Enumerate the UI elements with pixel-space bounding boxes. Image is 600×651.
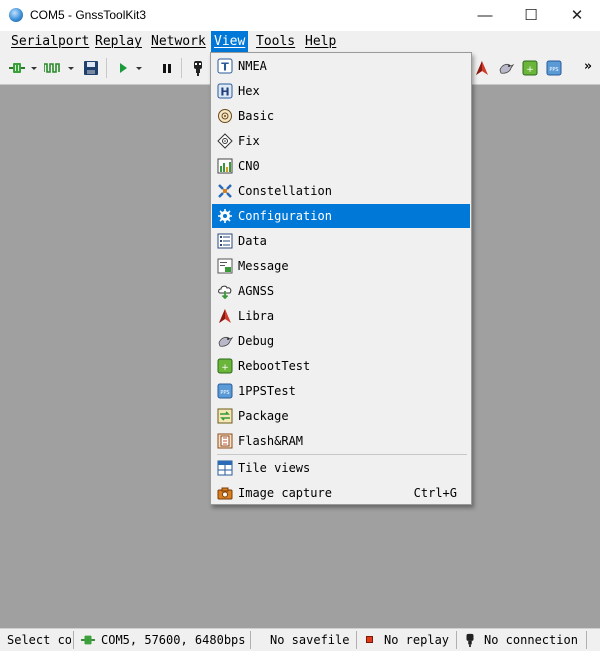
reboot-test-icon: + bbox=[217, 358, 233, 374]
play-dropdown-icon[interactable] bbox=[134, 60, 144, 76]
menu-view[interactable]: View bbox=[211, 31, 249, 52]
view-menu-item-1ppstest[interactable]: PPS 1PPSTest bbox=[212, 379, 470, 403]
menu-help[interactable]: Help bbox=[302, 31, 339, 52]
signal-dropdown-icon[interactable] bbox=[66, 60, 76, 76]
svg-text:PPS: PPS bbox=[220, 390, 229, 396]
view-menu-item-message[interactable]: Message bbox=[212, 254, 470, 278]
menu-tools[interactable]: Tools bbox=[253, 31, 298, 52]
status-divider bbox=[586, 631, 587, 649]
svg-text:PPS: PPS bbox=[549, 67, 558, 73]
fix-target-icon bbox=[217, 133, 233, 149]
toolbar-overflow-button[interactable]: » bbox=[584, 59, 592, 74]
view-menu-item-nmea[interactable]: T NMEA bbox=[212, 54, 470, 78]
svg-text:H: H bbox=[220, 86, 229, 99]
menu-serialport[interactable]: Serialport bbox=[8, 31, 92, 52]
status-select-text: Select co bbox=[7, 633, 71, 647]
pps-icon[interactable]: PPS bbox=[546, 60, 562, 76]
pps-icon: PPS bbox=[217, 383, 233, 399]
status-connection: No connection bbox=[484, 633, 578, 647]
tile-views-icon bbox=[217, 460, 233, 476]
view-menu-item-libra[interactable]: Libra bbox=[212, 304, 470, 328]
data-table-icon bbox=[217, 233, 233, 249]
network-plug-icon[interactable] bbox=[190, 60, 206, 76]
view-menu-item-basic[interactable]: Basic bbox=[212, 104, 470, 128]
view-menu-item-reboottest[interactable]: + RebootTest bbox=[212, 354, 470, 378]
package-icon bbox=[217, 408, 233, 424]
connect-plug-icon[interactable] bbox=[9, 60, 25, 76]
menu-bar: Serialport Replay Network View Tools Hel… bbox=[0, 31, 600, 52]
play-icon[interactable] bbox=[115, 60, 131, 76]
satellite-icon bbox=[218, 184, 232, 198]
view-menu-item-constellation[interactable]: Constellation bbox=[212, 179, 470, 203]
cn0-bar-chart-icon bbox=[217, 158, 233, 174]
status-divider bbox=[250, 631, 251, 649]
network-plug-icon bbox=[466, 633, 474, 647]
app-globe-icon bbox=[9, 8, 23, 22]
status-divider bbox=[456, 631, 457, 649]
maximize-button[interactable]: ☐ bbox=[508, 0, 554, 31]
svg-text:+: + bbox=[221, 363, 229, 373]
toolbar-divider bbox=[181, 58, 182, 78]
toolbar-divider bbox=[106, 58, 107, 78]
minimize-button[interactable]: — bbox=[462, 0, 508, 31]
view-menu-item-package[interactable]: Package bbox=[212, 404, 470, 428]
view-menu-item-flash-ram[interactable]: Flash&RAM bbox=[212, 429, 470, 453]
pause-icon[interactable] bbox=[159, 60, 175, 76]
view-menu-item-configuration[interactable]: Configuration bbox=[212, 204, 470, 228]
view-menu-item-tile-views[interactable]: Tile views bbox=[212, 456, 470, 480]
status-replay: No replay bbox=[384, 633, 450, 647]
view-menu-item-agnss[interactable]: AGNSS bbox=[212, 279, 470, 303]
image-capture-shortcut: Ctrl+G bbox=[413, 486, 457, 500]
signal-wave-icon[interactable] bbox=[44, 60, 60, 76]
svg-text:+: + bbox=[526, 65, 534, 75]
window-title: COM5 - GnssToolKit3 bbox=[30, 8, 147, 22]
reboot-test-icon[interactable]: + bbox=[522, 60, 538, 76]
status-port: COM5, 57600, 6480bps bbox=[101, 633, 246, 647]
basic-gauge-icon bbox=[218, 109, 232, 123]
status-bar: Select co COM5, 57600, 6480bps No savefi… bbox=[0, 628, 600, 651]
connect-plug-icon bbox=[81, 635, 95, 645]
libra-arrow-icon bbox=[219, 309, 231, 323]
view-menu-item-hex[interactable]: H Hex bbox=[212, 79, 470, 103]
nmea-text-icon: T bbox=[217, 58, 233, 74]
configuration-gear-icon bbox=[218, 209, 232, 223]
libra-arrow-icon[interactable] bbox=[474, 60, 490, 76]
flash-ram-icon bbox=[217, 433, 233, 449]
view-menu-item-cn0[interactable]: CN0 bbox=[212, 154, 470, 178]
image-capture-icon bbox=[217, 487, 233, 500]
hex-icon: H bbox=[217, 83, 233, 99]
menu-replay[interactable]: Replay bbox=[92, 31, 145, 52]
view-menu-dropdown: T NMEA H Hex Basic Fix CN0 Constellation… bbox=[210, 52, 472, 505]
view-menu-item-data[interactable]: Data bbox=[212, 229, 470, 253]
view-menu-item-debug[interactable]: Debug bbox=[212, 329, 470, 353]
save-disk-icon[interactable] bbox=[83, 60, 99, 76]
debug-bird-icon[interactable] bbox=[498, 60, 514, 76]
title-bar: COM5 - GnssToolKit3 — ☐ ✕ bbox=[0, 0, 600, 31]
svg-text:T: T bbox=[221, 61, 229, 74]
close-button[interactable]: ✕ bbox=[554, 0, 600, 31]
menu-network[interactable]: Network bbox=[148, 31, 209, 52]
replay-stop-icon bbox=[366, 636, 373, 643]
agnss-cloud-icon bbox=[218, 285, 232, 299]
status-divider bbox=[73, 631, 74, 649]
view-menu-item-fix[interactable]: Fix bbox=[212, 129, 470, 153]
debug-bird-icon bbox=[218, 336, 233, 347]
status-savefile: No savefile bbox=[270, 633, 350, 647]
status-divider bbox=[356, 631, 357, 649]
menu-separator bbox=[217, 454, 467, 455]
connect-dropdown-icon[interactable] bbox=[29, 60, 39, 76]
view-menu-item-image-capture[interactable]: Image capture Ctrl+G bbox=[212, 481, 470, 505]
message-icon bbox=[217, 258, 233, 274]
